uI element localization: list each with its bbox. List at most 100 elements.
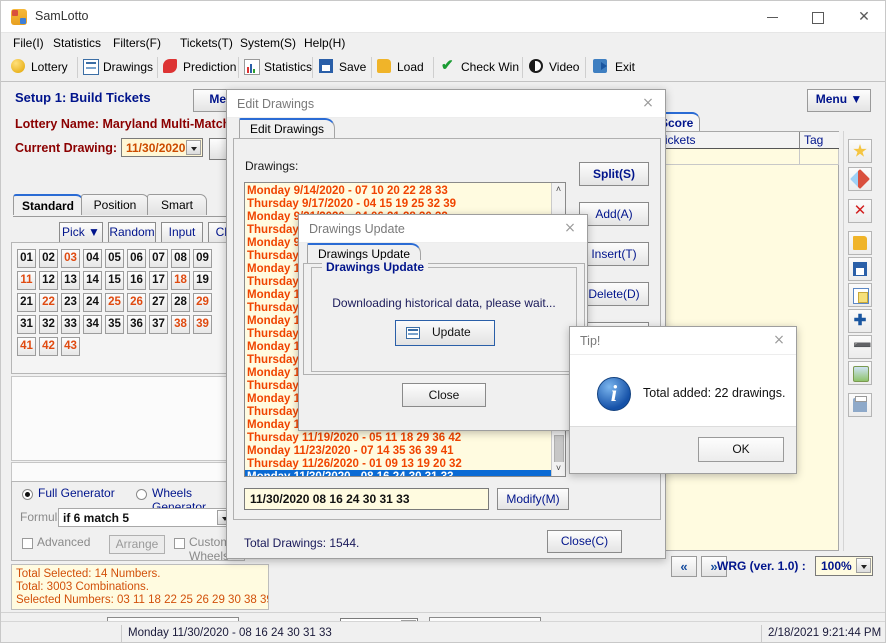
- wheels-generator-radio[interactable]: [136, 489, 147, 500]
- insertt-button[interactable]: Insert(T): [579, 242, 649, 266]
- number-cell-17[interactable]: 17: [149, 271, 168, 290]
- tip-ok-button[interactable]: OK: [698, 437, 784, 462]
- print-button[interactable]: [848, 393, 872, 417]
- minimize-button[interactable]: [749, 1, 795, 32]
- menu-item-statistics[interactable]: Statistics: [49, 35, 105, 51]
- zoom-combo[interactable]: 100%: [815, 556, 873, 576]
- number-cell-34[interactable]: 34: [83, 315, 102, 334]
- save-disk-button[interactable]: [848, 257, 872, 281]
- formula-combo[interactable]: if 6 match 5: [58, 508, 234, 527]
- input-button[interactable]: Input: [161, 222, 203, 243]
- number-cell-27[interactable]: 27: [149, 293, 168, 312]
- menu-item-systems[interactable]: System(S): [236, 35, 300, 51]
- number-cell-22[interactable]: 22: [39, 293, 58, 312]
- number-cell-37[interactable]: 37: [149, 315, 168, 334]
- open-folder-button[interactable]: [848, 231, 872, 255]
- tip-close-icon[interactable]: ×: [768, 330, 790, 350]
- tab-position[interactable]: Position: [81, 194, 149, 215]
- modify-button[interactable]: Modify(M): [497, 488, 569, 510]
- number-cell-36[interactable]: 36: [127, 315, 146, 334]
- number-cell-11[interactable]: 11: [17, 271, 36, 290]
- pen-button[interactable]: [848, 167, 872, 191]
- update-button[interactable]: Update: [395, 320, 495, 346]
- list-item[interactable]: Monday 11/30/2020 - 08 16 24 30 31 33: [245, 470, 552, 477]
- toolbar-save-button[interactable]: Save: [339, 55, 366, 80]
- number-cell-23[interactable]: 23: [61, 293, 80, 312]
- number-cell-24[interactable]: 24: [83, 293, 102, 312]
- number-cell-39[interactable]: 39: [193, 315, 212, 334]
- number-cell-26[interactable]: 26: [127, 293, 146, 312]
- right-menu-button[interactable]: Menu ▼: [807, 89, 871, 112]
- pick-button[interactable]: Pick ▼: [59, 222, 103, 243]
- tab-standard[interactable]: Standard: [13, 194, 83, 215]
- toolbar-video-button[interactable]: Video: [549, 55, 579, 80]
- edit-drawings-close-button[interactable]: Close(C): [547, 530, 622, 553]
- number-cell-05[interactable]: 05: [105, 249, 124, 268]
- copy-page-button[interactable]: [848, 283, 872, 307]
- delete-x-button[interactable]: ✕: [848, 199, 872, 223]
- arrange-button[interactable]: Arrange: [109, 535, 165, 554]
- full-generator-radio[interactable]: [22, 489, 33, 500]
- number-cell-07[interactable]: 07: [149, 249, 168, 268]
- toolbar-drawings-button[interactable]: Drawings: [103, 55, 153, 80]
- table-row[interactable]: [654, 149, 800, 165]
- menu-item-helph[interactable]: Help(H): [300, 35, 349, 51]
- number-cell-15[interactable]: 15: [105, 271, 124, 290]
- drawings-update-close-icon[interactable]: ×: [559, 218, 581, 238]
- drawing-edit-input[interactable]: 11/30/2020 08 16 24 30 31 33: [244, 488, 489, 510]
- minus-button[interactable]: ➖: [848, 335, 872, 359]
- toolbar-load-button[interactable]: Load: [397, 55, 424, 80]
- number-cell-09[interactable]: 09: [193, 249, 212, 268]
- number-cell-04[interactable]: 04: [83, 249, 102, 268]
- number-cell-32[interactable]: 32: [39, 315, 58, 334]
- random-button[interactable]: Random: [108, 222, 156, 243]
- table-row[interactable]: [800, 149, 839, 165]
- edit-drawings-close-icon[interactable]: ×: [637, 93, 659, 113]
- number-cell-18[interactable]: 18: [171, 271, 190, 290]
- scroll-thumb[interactable]: [554, 435, 564, 465]
- current-drawing-chevron-down-icon[interactable]: [186, 140, 201, 155]
- deleted-button[interactable]: Delete(D): [579, 282, 649, 306]
- zoom-chevron-down-icon[interactable]: [856, 558, 871, 573]
- star-button[interactable]: [848, 139, 872, 163]
- toolbar-statistics-button[interactable]: Statistics: [264, 55, 312, 80]
- close-button[interactable]: ✕: [841, 1, 886, 32]
- number-cell-31[interactable]: 31: [17, 315, 36, 334]
- toolbar-prediction-button[interactable]: Prediction: [183, 55, 236, 80]
- drawings-update-close-button[interactable]: Close: [402, 383, 486, 407]
- toolbar-lottery-button[interactable]: Lottery: [31, 55, 68, 80]
- toolbar-checkwin-button[interactable]: Check Win: [461, 55, 519, 80]
- menu-item-ticketst[interactable]: Tickets(T): [176, 35, 237, 51]
- number-cell-13[interactable]: 13: [61, 271, 80, 290]
- toolbar-exit-button[interactable]: Exit: [615, 55, 635, 80]
- maximize-button[interactable]: [795, 1, 841, 32]
- number-cell-21[interactable]: 21: [17, 293, 36, 312]
- number-cell-02[interactable]: 02: [39, 249, 58, 268]
- menu-item-filtersf[interactable]: Filters(F): [109, 35, 165, 51]
- scroll-up-icon[interactable]: ˄: [552, 183, 565, 197]
- edit-drawings-tab[interactable]: Edit Drawings: [239, 118, 335, 139]
- number-cell-12[interactable]: 12: [39, 271, 58, 290]
- number-cell-14[interactable]: 14: [83, 271, 102, 290]
- menu-item-filei[interactable]: File(I): [9, 35, 48, 51]
- number-cell-16[interactable]: 16: [127, 271, 146, 290]
- number-cell-01[interactable]: 01: [17, 249, 36, 268]
- number-cell-33[interactable]: 33: [61, 315, 80, 334]
- scroll-down-icon[interactable]: ˅: [552, 462, 565, 476]
- current-drawing-combo[interactable]: 11/30/2020: [121, 138, 203, 157]
- number-cell-38[interactable]: 38: [171, 315, 190, 334]
- adda-button[interactable]: Add(A): [579, 202, 649, 226]
- custom-wheels-checkbox[interactable]: [174, 538, 185, 549]
- number-cell-35[interactable]: 35: [105, 315, 124, 334]
- number-cell-28[interactable]: 28: [171, 293, 190, 312]
- advanced-checkbox[interactable]: [22, 538, 33, 549]
- number-cell-06[interactable]: 06: [127, 249, 146, 268]
- number-cell-19[interactable]: 19: [193, 271, 212, 290]
- splits-button[interactable]: Split(S): [579, 162, 649, 186]
- number-cell-08[interactable]: 08: [171, 249, 190, 268]
- number-cell-43[interactable]: 43: [61, 337, 80, 356]
- number-cell-03[interactable]: 03: [61, 249, 80, 268]
- number-cell-41[interactable]: 41: [17, 337, 36, 356]
- number-cell-25[interactable]: 25: [105, 293, 124, 312]
- prev-page-button[interactable]: «: [671, 556, 697, 577]
